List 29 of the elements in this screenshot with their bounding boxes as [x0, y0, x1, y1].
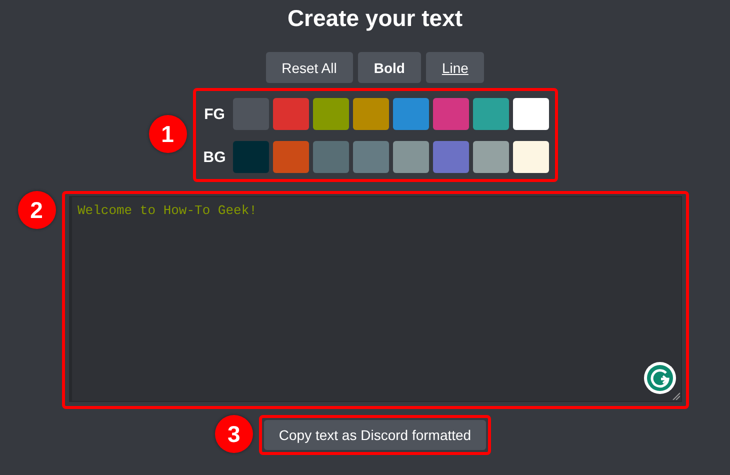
- annotation-badge: 2: [18, 191, 56, 229]
- annotation-badge: 3: [214, 415, 253, 453]
- color-swatch[interactable]: [232, 98, 268, 130]
- text-area[interactable]: Welcome to How-To Geek!: [68, 196, 682, 402]
- color-swatch[interactable]: [432, 98, 468, 130]
- color-swatch[interactable]: [472, 98, 508, 130]
- format-button[interactable]: Bold: [358, 52, 421, 83]
- row-label: BG: [202, 148, 227, 166]
- annotation-badge: 1: [148, 115, 186, 153]
- color-swatch[interactable]: [512, 141, 548, 173]
- color-swatch[interactable]: [512, 98, 548, 130]
- circular-arrow-icon[interactable]: [644, 362, 676, 394]
- color-swatch[interactable]: [472, 141, 508, 173]
- color-swatch[interactable]: [432, 141, 468, 173]
- color-swatch[interactable]: [312, 98, 348, 130]
- color-swatch[interactable]: [272, 141, 308, 173]
- color-swatch[interactable]: [232, 141, 268, 173]
- row-label: FG: [203, 106, 226, 122]
- format-button[interactable]: Reset All: [266, 52, 353, 83]
- page-title: Create your text: [287, 4, 463, 32]
- color-swatch[interactable]: [312, 141, 348, 173]
- format-button[interactable]: Line: [426, 52, 484, 83]
- color-swatch[interactable]: [352, 98, 388, 130]
- copy-button[interactable]: Copy text as Discord formatted: [264, 420, 486, 450]
- color-swatch[interactable]: [392, 98, 428, 130]
- color-swatch[interactable]: [392, 141, 428, 173]
- color-swatch[interactable]: [352, 141, 388, 173]
- resize-handle-icon[interactable]: [672, 392, 680, 400]
- color-swatch[interactable]: [272, 98, 308, 130]
